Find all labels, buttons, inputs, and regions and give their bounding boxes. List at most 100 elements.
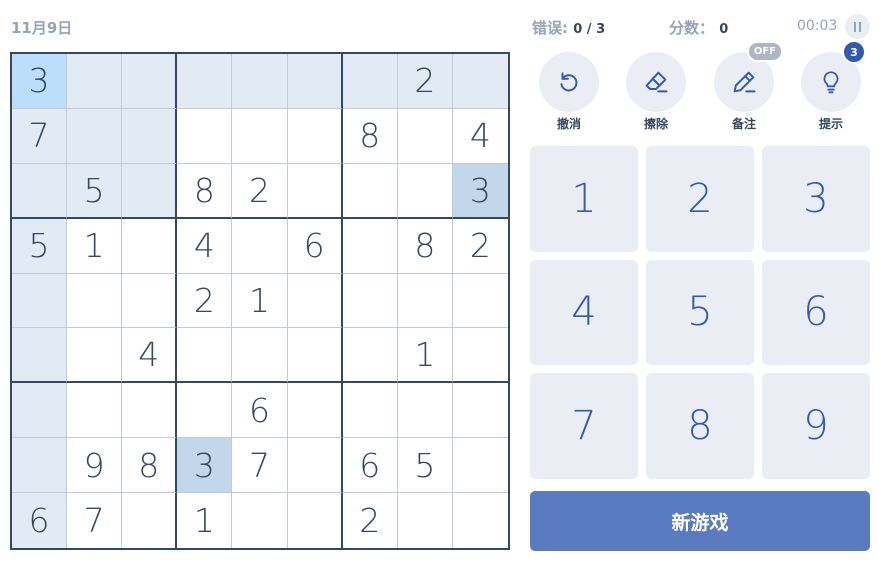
sudoku-cell[interactable]: [12, 383, 68, 439]
pause-button[interactable]: [845, 14, 870, 39]
sudoku-cell[interactable]: 3: [177, 438, 233, 494]
sudoku-cell[interactable]: [122, 493, 178, 548]
sudoku-cell[interactable]: [67, 328, 123, 384]
sudoku-cell[interactable]: [177, 328, 233, 384]
sudoku-cell[interactable]: 2: [452, 219, 508, 274]
sudoku-cell[interactable]: [12, 438, 68, 494]
sudoku-cell[interactable]: [342, 54, 398, 109]
sudoku-cell[interactable]: [232, 328, 288, 384]
sudoku-cell[interactable]: 8: [122, 438, 178, 494]
sudoku-cell[interactable]: [452, 274, 508, 329]
sudoku-cell[interactable]: [342, 163, 398, 219]
sudoku-cell[interactable]: [177, 108, 233, 164]
sudoku-cell[interactable]: [177, 54, 233, 109]
number-pad: 1 2 3 4 5 6 7 8 9: [530, 146, 870, 479]
sudoku-cell[interactable]: 3: [12, 54, 68, 109]
sudoku-cell[interactable]: [397, 163, 453, 219]
sudoku-cell[interactable]: 8: [342, 108, 398, 164]
sudoku-cell[interactable]: 6: [12, 493, 68, 548]
sudoku-cell[interactable]: [287, 54, 343, 109]
sudoku-cell[interactable]: 1: [177, 493, 233, 548]
sudoku-cell[interactable]: 7: [67, 493, 123, 548]
sudoku-cell[interactable]: [67, 383, 123, 439]
undo-button[interactable]: 撤消: [539, 52, 599, 132]
sudoku-cell[interactable]: [342, 328, 398, 384]
sudoku-cell[interactable]: 2: [177, 273, 233, 329]
sudoku-cell[interactable]: [122, 383, 178, 439]
sudoku-cell[interactable]: 4: [177, 218, 233, 274]
sudoku-cell[interactable]: 3: [452, 163, 508, 219]
sudoku-cell[interactable]: [342, 218, 398, 274]
sudoku-cell[interactable]: 5: [397, 438, 453, 494]
sudoku-cell[interactable]: 2: [343, 493, 398, 548]
sudoku-cell[interactable]: 5: [67, 163, 123, 219]
sudoku-cell[interactable]: 2: [232, 163, 288, 219]
sudoku-cell[interactable]: [342, 273, 398, 329]
sudoku-cell[interactable]: [122, 273, 178, 329]
sudoku-cell[interactable]: 5: [12, 218, 68, 274]
sudoku-cell[interactable]: [287, 108, 343, 164]
numpad-1[interactable]: 1: [530, 146, 638, 252]
sudoku-cell[interactable]: [177, 383, 233, 439]
sudoku-cell[interactable]: [67, 273, 123, 329]
sudoku-cell[interactable]: 6: [232, 383, 288, 439]
sudoku-cell[interactable]: [67, 54, 123, 109]
sudoku-cell[interactable]: [287, 328, 343, 384]
sudoku-cell[interactable]: 6: [342, 438, 398, 494]
numpad-9[interactable]: 9: [762, 373, 870, 479]
sudoku-cell[interactable]: 4: [452, 109, 508, 164]
numpad-5[interactable]: 5: [646, 259, 754, 366]
sudoku-cell[interactable]: [287, 273, 343, 329]
sudoku-cell[interactable]: [452, 328, 508, 384]
new-game-button[interactable]: 新游戏: [530, 491, 870, 551]
sudoku-cell[interactable]: 1: [67, 218, 123, 274]
sudoku-cell[interactable]: [12, 328, 68, 384]
notes-button[interactable]: OFF 备注: [714, 41, 783, 132]
sudoku-cell[interactable]: [12, 273, 68, 329]
numpad-8[interactable]: 8: [646, 373, 754, 479]
sudoku-cell[interactable]: [397, 273, 453, 329]
erase-button[interactable]: 擦除: [626, 52, 686, 132]
sudoku-cell[interactable]: 7: [232, 438, 288, 494]
sudoku-cell[interactable]: [452, 54, 508, 109]
sudoku-cell[interactable]: [122, 218, 178, 274]
sudoku-cell[interactable]: [232, 54, 288, 109]
sudoku-cell[interactable]: [452, 383, 508, 439]
numpad-7[interactable]: 7: [530, 373, 638, 479]
hint-button[interactable]: 3 提示: [801, 40, 866, 132]
sudoku-cell[interactable]: [342, 383, 398, 439]
sudoku-cell[interactable]: [122, 108, 178, 164]
numpad-3[interactable]: 3: [762, 146, 870, 252]
sudoku-cell[interactable]: [288, 493, 343, 548]
numpad-6[interactable]: 6: [762, 259, 870, 366]
sudoku-cell[interactable]: 1: [397, 328, 453, 384]
sudoku-cell[interactable]: 6: [287, 218, 343, 274]
sudoku-cell[interactable]: [67, 108, 123, 164]
sudoku-cell[interactable]: [452, 438, 508, 494]
notes-label: 备注: [731, 117, 756, 131]
sudoku-cell[interactable]: [453, 493, 508, 548]
sudoku-cell[interactable]: 7: [12, 108, 68, 164]
sudoku-cell[interactable]: [122, 163, 178, 219]
sudoku-cell[interactable]: 8: [177, 163, 233, 219]
sudoku-cell[interactable]: [287, 438, 343, 494]
sudoku-cell[interactable]: [397, 108, 453, 164]
sudoku-cell[interactable]: 8: [397, 218, 453, 274]
numpad-4[interactable]: 4: [530, 259, 638, 366]
numpad-2[interactable]: 2: [646, 146, 754, 252]
sudoku-cell[interactable]: [287, 163, 343, 219]
sudoku-cell[interactable]: 4: [122, 328, 178, 384]
score-label: 分数：: [669, 19, 715, 37]
sudoku-cell[interactable]: [232, 493, 288, 548]
sudoku-cell[interactable]: 1: [232, 273, 288, 329]
sudoku-cell[interactable]: [12, 163, 68, 219]
sudoku-cell[interactable]: [287, 383, 343, 439]
sudoku-cell[interactable]: [397, 383, 453, 439]
sudoku-cell[interactable]: [122, 54, 178, 109]
sudoku-cell[interactable]: [398, 493, 453, 548]
sudoku-cell[interactable]: 2: [397, 54, 453, 109]
sudoku-cell[interactable]: 9: [67, 438, 123, 494]
eraser-icon: [645, 71, 668, 93]
sudoku-cell[interactable]: [232, 108, 288, 164]
sudoku-cell[interactable]: [232, 218, 288, 274]
